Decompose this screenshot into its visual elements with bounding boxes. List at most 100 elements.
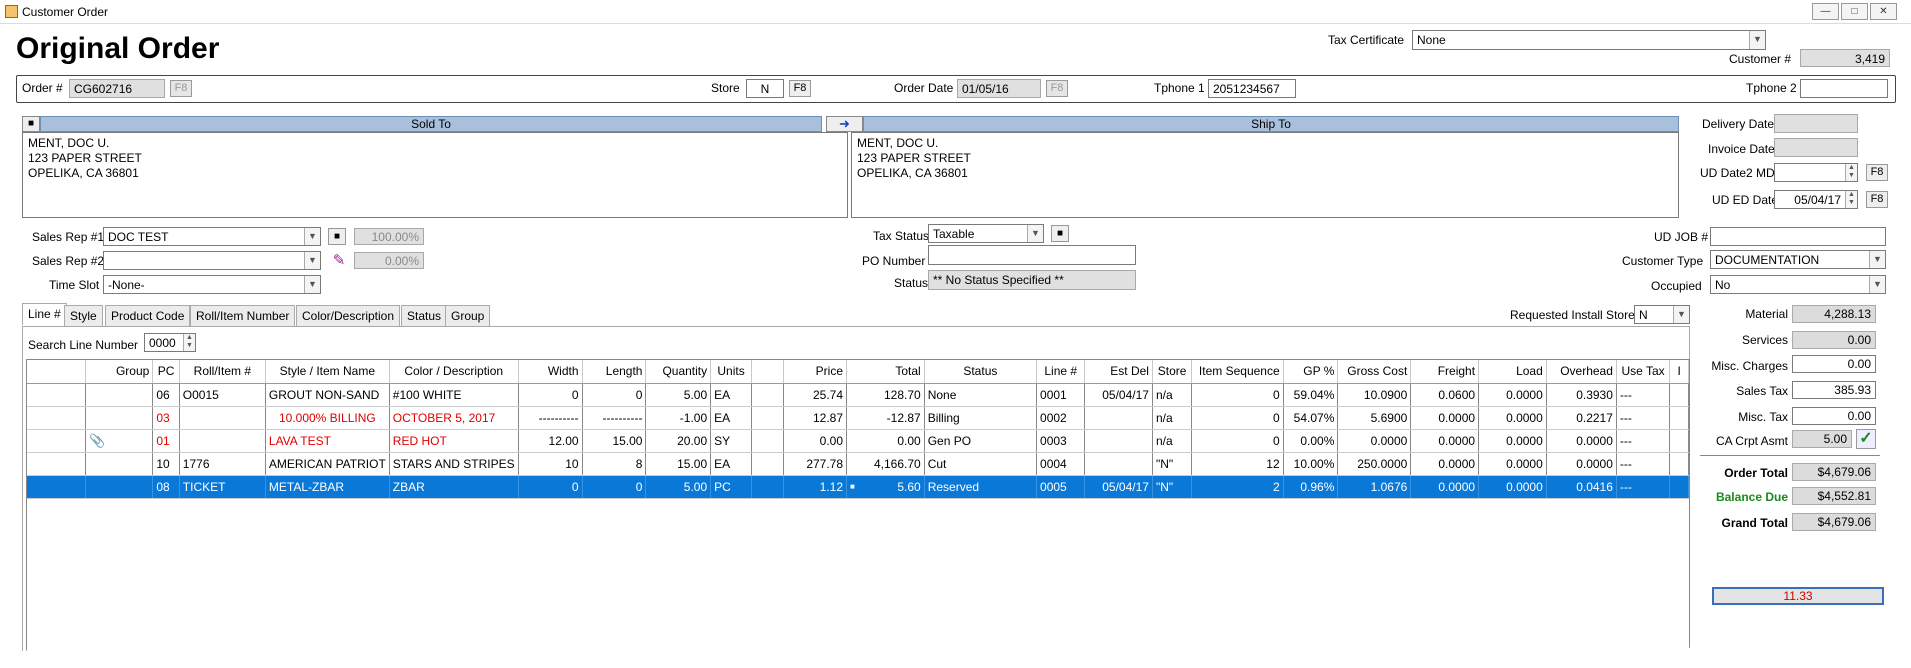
table-cell: 277.78 [783,452,848,476]
search-line-field[interactable]: 0000 ▲ ▼ [144,333,196,352]
column-header[interactable] [27,360,87,384]
column-header[interactable]: Quantity [645,360,712,384]
column-header[interactable]: Load [1478,360,1547,384]
summary-divider [1700,455,1880,456]
tax-status-select[interactable]: Taxable ▼ [928,224,1044,243]
ship-to-address[interactable]: MENT, DOC U. 123 PAPER STREET OPELIKA, C… [851,132,1679,218]
checkmark-icon[interactable]: ✓ [1856,429,1876,449]
tab-line-no[interactable]: Line # [22,303,67,325]
close-button[interactable]: ✕ [1870,3,1897,20]
po-number-field[interactable] [928,245,1136,265]
tab-color-description[interactable]: Color/Description [296,305,401,326]
minimize-button[interactable]: — [1812,3,1839,20]
order-no-f8-button[interactable]: F8 [170,80,192,97]
sold-to-lock-button[interactable]: ■ [22,116,40,132]
table-cell: 0.0000 [1478,406,1547,430]
column-header[interactable]: Group [85,360,154,384]
tab-product-code[interactable]: Product Code [105,305,191,326]
lock-icon[interactable]: ■ [1051,225,1069,242]
tab-style[interactable]: Style [64,305,103,326]
time-slot-select[interactable]: -None- ▼ [103,275,321,294]
ud-ed-date-f8-button[interactable]: F8 [1866,191,1888,208]
paperclip-icon[interactable]: 📎 [89,433,105,448]
column-header[interactable]: Units [710,360,752,384]
table-cell: 10.00% [1283,452,1339,476]
column-header[interactable]: Freight [1410,360,1480,384]
column-header[interactable]: Overhead [1546,360,1617,384]
sales-rep1-value: DOC TEST [108,230,169,244]
misc-charges-value[interactable]: 0.00 [1792,355,1876,373]
column-header[interactable]: Status [924,360,1038,384]
table-cell: n/a [1152,383,1193,407]
order-lines-grid[interactable]: Group PC Roll/Item # Style / Item Name Color… [26,359,1690,655]
requested-install-store-select[interactable]: N ▼ [1634,305,1690,324]
copy-address-arrow-button[interactable]: ➜ [826,116,863,132]
table-cell: 0 [518,383,583,407]
column-header[interactable]: Length [582,360,647,384]
table-cell: 10.000% BILLING [265,406,390,430]
tab-status[interactable]: Status [401,305,448,326]
eraser-icon[interactable]: ✎ [330,252,348,270]
column-header[interactable]: Total [846,360,925,384]
customer-type-select[interactable]: DOCUMENTATION ▼ [1710,250,1886,269]
column-header[interactable]: I [1669,360,1689,384]
bottom-total-field[interactable]: 11.33 [1712,587,1884,605]
chevron-down-icon: ▼ [1869,251,1885,268]
column-header[interactable]: Use Tax [1616,360,1671,384]
lock-icon[interactable]: ■ [328,228,346,245]
tphone2-field[interactable] [1800,79,1888,98]
table-cell: TICKET [179,475,266,499]
sales-tax-value[interactable]: 385.93 [1792,381,1876,399]
tab-group[interactable]: Group [445,305,491,326]
tax-certificate-select[interactable]: None ▼ [1412,30,1766,50]
misc-tax-value[interactable]: 0.00 [1792,407,1876,425]
table-cell: 250.0000 [1337,452,1412,476]
column-header[interactable]: Est Del [1084,360,1153,384]
occupied-select[interactable]: No ▼ [1710,275,1886,294]
store-field[interactable]: N [746,79,784,98]
sold-to-address[interactable]: MENT, DOC U. 123 PAPER STREET OPELIKA, C… [22,132,848,218]
table-row[interactable]: 06 O0015 GROUT NON-SAND #100 WHITE 0 0 5.00 EA 2… [27,383,1689,407]
column-header[interactable]: Item Sequence [1191,360,1284,384]
column-header[interactable]: Line # [1036,360,1086,384]
tax-certificate-value: None [1417,33,1446,47]
column-header[interactable]: Store [1152,360,1193,384]
table-row[interactable]: 📎 01 LAVA TEST RED HOT 12.00 15.00 20.00 SY 0.00… [27,429,1689,453]
table-cell: 0.0000 [1478,429,1547,453]
ud-date2-field[interactable]: ▲ ▼ [1774,163,1858,182]
table-cell [27,429,87,453]
table-cell: 0.0000 [1546,429,1617,453]
column-header[interactable]: Style / Item Name [265,360,390,384]
order-date-f8-button[interactable]: F8 [1046,80,1068,97]
tab-roll-item-number[interactable]: Roll/Item Number [190,305,296,326]
column-header[interactable] [751,360,784,384]
table-cell: ■ 5.60 [846,475,925,499]
ud-date2-f8-button[interactable]: F8 [1866,164,1888,181]
tphone1-field[interactable]: 2051234567 [1208,79,1296,98]
column-header[interactable]: Gross Cost [1337,360,1412,384]
ud-ed-date-field[interactable]: 05/04/17 ▲ ▼ [1774,190,1858,209]
store-f8-button[interactable]: F8 [789,80,811,97]
column-header[interactable]: PC [152,360,180,384]
sales-rep2-select[interactable]: ▼ [103,251,321,270]
table-cell: 05/04/17 [1084,383,1153,407]
column-header[interactable]: Width [518,360,583,384]
table-cell: 10 [152,452,180,476]
table-cell: 0.0000 [1410,475,1480,499]
status-label: Status [894,276,929,290]
table-row[interactable]: 03 10.000% BILLING OCTOBER 5, 2017 --------… [27,406,1689,430]
ud-job-field[interactable] [1710,227,1886,246]
column-header[interactable]: Price [783,360,848,384]
grand-total-value: $4,679.06 [1792,513,1876,531]
table-row[interactable]: 08 TICKET METAL-ZBAR ZBAR 0 0 5.00 PC 1.12 ■ 5.60 R… [27,475,1689,499]
table-cell: 0.0000 [1410,452,1480,476]
column-header[interactable]: Roll/Item # [179,360,266,384]
maximize-button[interactable]: □ [1841,3,1868,20]
column-header[interactable]: GP % [1283,360,1339,384]
table-row[interactable]: 10 1776 AMERICAN PATRIOT STARS AND STRIPES 1… [27,452,1689,476]
ship-to-line: MENT, DOC U. [857,136,939,150]
table-cell: 12.00 [518,429,583,453]
table-cell: n/a [1152,429,1193,453]
sales-rep1-select[interactable]: DOC TEST ▼ [103,227,321,246]
column-header[interactable]: Color / Description [389,360,519,384]
